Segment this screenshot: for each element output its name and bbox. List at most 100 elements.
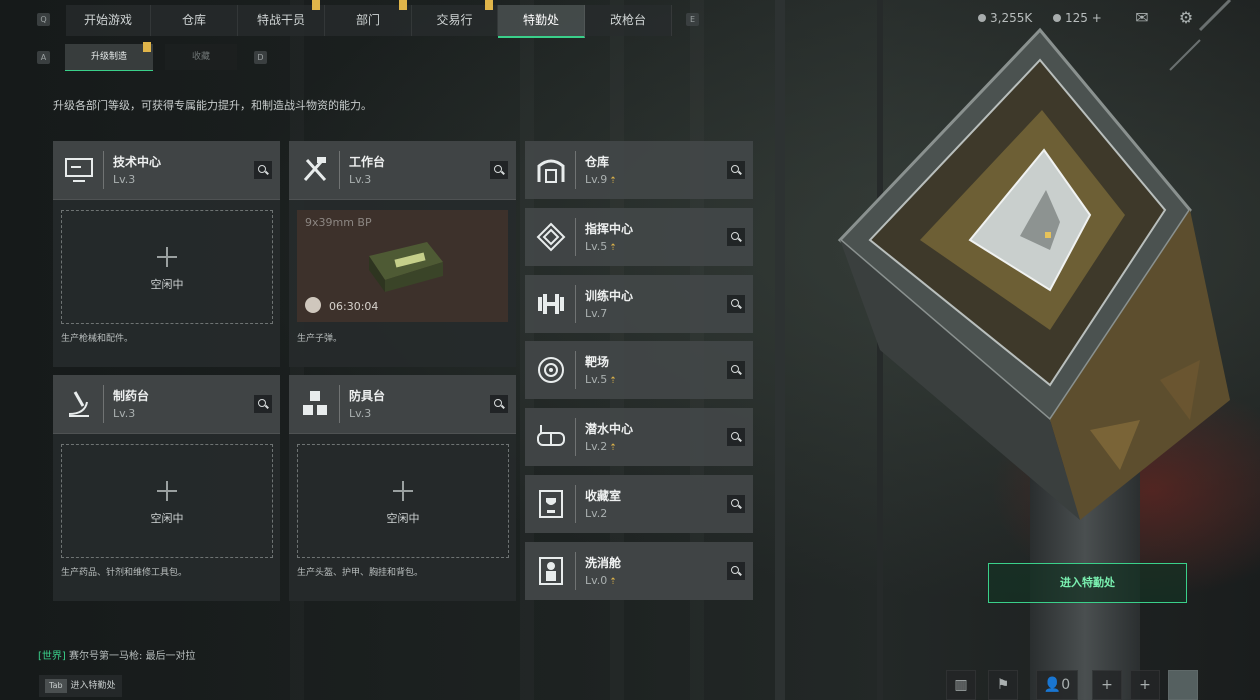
tab-trading[interactable]: 交易行 [412, 0, 498, 36]
search-icon[interactable] [254, 161, 272, 179]
add-party-button[interactable]: + [1130, 670, 1160, 700]
tab-warehouse[interactable]: 仓库 [151, 5, 238, 36]
token-add[interactable]: + [1092, 11, 1102, 25]
tab-label: 部门 [355, 13, 380, 27]
tab-special-ops[interactable]: 特勤处 [498, 5, 585, 38]
hint-label: 进入特勤处 [70, 681, 116, 691]
tab-label: 交易行 [436, 13, 473, 27]
production-slot-idle[interactable]: 空闲中 [297, 444, 509, 558]
panel-header[interactable]: 防具台 Lv.3 [289, 375, 516, 434]
tab-department[interactable]: 部门 [325, 0, 412, 36]
facility-decon-chamber[interactable]: 洗消舱 Lv.0 ⇡ [525, 542, 753, 600]
enter-special-ops-button[interactable]: 进入特勤处 [988, 563, 1187, 603]
facility-name: 靶场 [585, 355, 610, 369]
facility-diving-center[interactable]: 潜水中心 Lv.2 ⇡ [525, 408, 753, 466]
production-slot-active[interactable]: 9x39mm BP 06:30:04 [297, 210, 508, 322]
coin-icon [978, 14, 986, 22]
facility-level: Lv.7 [585, 307, 608, 320]
token-amount: 125 [1065, 11, 1088, 25]
search-icon[interactable] [727, 562, 745, 580]
garage-icon [537, 159, 565, 183]
search-icon[interactable] [727, 228, 745, 246]
plus-icon [157, 481, 177, 501]
stats-icon[interactable]: ▥ [946, 670, 976, 700]
enter-special-ops-hint[interactable]: Tab 进入特勤处 [39, 675, 122, 697]
facility-training-center[interactable]: 训练中心 Lv.7 [525, 275, 753, 333]
nav-next-key-hint: E [686, 13, 699, 26]
idle-status: 空闲中 [386, 512, 420, 525]
flag-icon[interactable]: ⚑ [988, 670, 1018, 700]
production-item-name: 9x39mm BP [305, 216, 372, 229]
chat-text: 最后一对拉 [145, 651, 196, 662]
facility-collection-room[interactable]: 收藏室 Lv.2 [525, 475, 753, 533]
panel-level: Lv.3 [113, 173, 136, 186]
currency-display: 3,255K [978, 11, 1032, 25]
panel-level: Lv.3 [349, 173, 372, 186]
tab-label: 仓库 [181, 13, 206, 27]
facility-shooting-range[interactable]: 靶场 Lv.5 ⇡ [525, 341, 753, 399]
search-icon[interactable] [490, 161, 508, 179]
chat-sender: 赛尔号第一马枪: [69, 651, 143, 662]
search-icon[interactable] [254, 395, 272, 413]
chat-message[interactable]: [世界] 赛尔号第一马枪: 最后一对拉 [38, 647, 196, 662]
facility-name: 洗消舱 [585, 556, 622, 570]
tab-label: 开始游戏 [83, 13, 132, 27]
idle-status: 空闲中 [150, 278, 184, 291]
subnav-prev-key-hint: A [37, 51, 50, 64]
friends-button[interactable]: 👤0 [1036, 670, 1078, 700]
panel-tech-center: 技术中心 Lv.3 空闲中 生产枪械和配件。 [53, 141, 280, 367]
page-description: 升级各部门等级，可获得专属能力提升，和制造战斗物资的能力。 [53, 99, 372, 112]
tab-start-game[interactable]: 开始游戏 [66, 5, 151, 36]
upgrade-arrow-icon: ⇡ [609, 376, 617, 386]
subtab-upgrade-craft[interactable]: 升级制造 [65, 42, 153, 71]
facility-level: Lv.9 [585, 173, 608, 186]
add-friend-button[interactable]: + [1092, 670, 1122, 700]
notification-badge [143, 42, 151, 52]
key-hint: Tab [45, 679, 67, 693]
production-slot-idle[interactable]: 空闲中 [61, 444, 273, 558]
token-icon [1053, 14, 1061, 22]
facility-name: 训练中心 [585, 289, 634, 303]
search-icon[interactable] [727, 428, 745, 446]
subtab-collection[interactable]: 收藏 [165, 44, 237, 70]
monitor-icon [65, 158, 93, 182]
search-icon[interactable] [727, 295, 745, 313]
panel-header[interactable]: 技术中心 Lv.3 [53, 141, 280, 200]
mail-icon[interactable]: ✉ [1132, 8, 1152, 28]
panel-header[interactable]: 制药台 Lv.3 [53, 375, 280, 434]
token-display[interactable]: 125 + [1053, 11, 1102, 25]
upgrade-arrow-icon: ⇡ [609, 176, 617, 186]
dumbbell-icon [538, 294, 564, 314]
upgrade-arrow-icon: ⇡ [609, 443, 617, 453]
avatar[interactable] [1168, 670, 1198, 700]
tab-label: 改枪台 [609, 13, 646, 27]
tab-operators[interactable]: 特战干员 [238, 0, 325, 36]
panel-name: 工作台 [349, 155, 386, 169]
search-icon[interactable] [727, 161, 745, 179]
panel-workbench: 工作台 Lv.3 9x39mm BP 06:30:04 生产子弹。 [289, 141, 516, 367]
search-icon[interactable] [727, 495, 745, 513]
cubes-icon [303, 391, 327, 415]
tab-label: 特战干员 [256, 13, 305, 27]
tab-gunsmith[interactable]: 改枪台 [585, 5, 672, 36]
facility-name: 指挥中心 [585, 222, 634, 236]
chat-channel: [世界] [38, 651, 66, 662]
trophy-case-icon [539, 490, 563, 518]
facility-warehouse[interactable]: 仓库 Lv.9 ⇡ [525, 141, 753, 199]
panel-pharmacy: 制药台 Lv.3 空闲中 生产药品、针剂和维修工具包。 [53, 375, 280, 601]
search-icon[interactable] [727, 361, 745, 379]
upgrade-arrow-icon: ⇡ [609, 243, 617, 253]
search-icon[interactable] [490, 395, 508, 413]
panel-footer: 生产子弹。 [297, 334, 343, 344]
notification-badge [312, 0, 320, 10]
friends-icon: 👤 [1043, 677, 1062, 693]
panel-footer: 生产药品、针剂和维修工具包。 [61, 568, 188, 578]
facility-command-center[interactable]: 指挥中心 Lv.5 ⇡ [525, 208, 753, 266]
gear-icon[interactable]: ⚙ [1176, 8, 1196, 28]
tab-label: 特勤处 [522, 13, 559, 27]
panel-header[interactable]: 工作台 Lv.3 [289, 141, 516, 200]
production-slot-idle[interactable]: 空闲中 [61, 210, 273, 324]
panel-armor-bench: 防具台 Lv.3 空闲中 生产头盔、护甲、胸挂和背包。 [289, 375, 516, 601]
facility-name: 收藏室 [585, 489, 622, 503]
subtab-label: 升级制造 [90, 52, 127, 62]
